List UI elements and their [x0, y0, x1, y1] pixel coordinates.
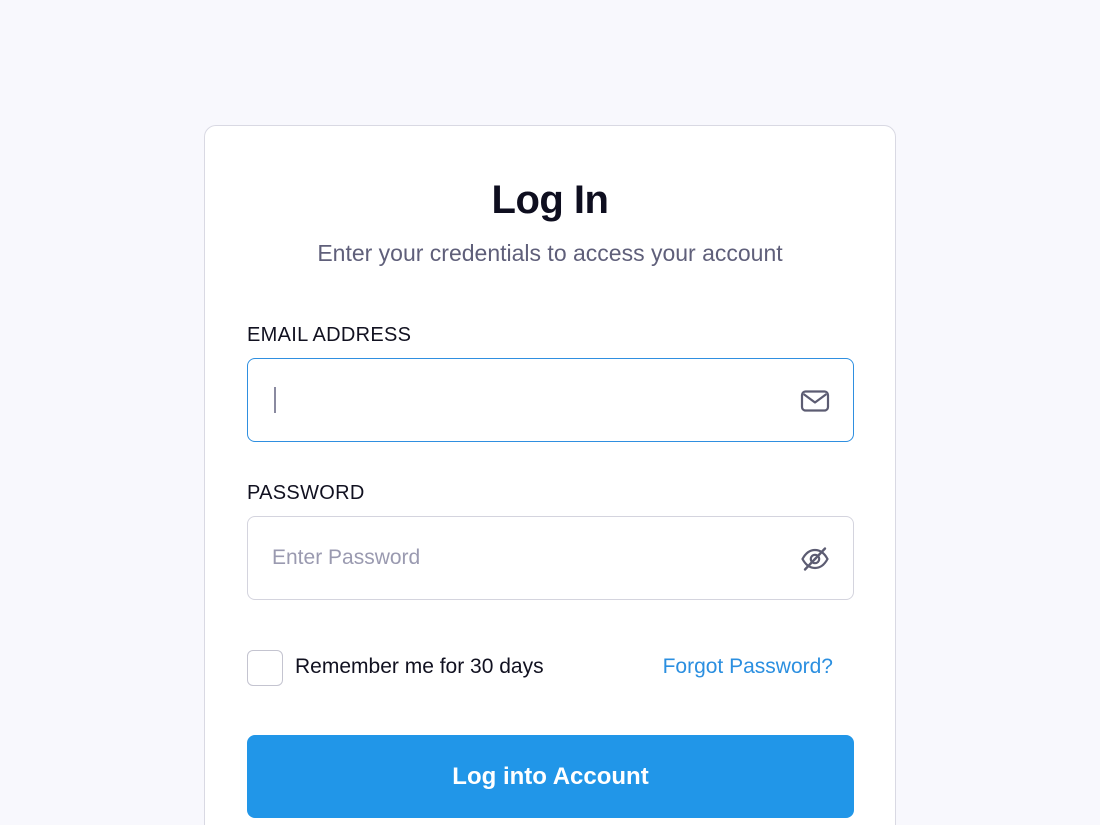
remember-me-label[interactable]: Remember me for 30 days: [295, 655, 544, 679]
login-card: Log In Enter your credentials to access …: [204, 125, 896, 825]
page-title: Log In: [491, 178, 609, 222]
forgot-password-link[interactable]: Forgot Password?: [663, 655, 833, 679]
envelope-icon: [799, 385, 831, 417]
email-label: EMAIL ADDRESS: [247, 324, 412, 346]
password-field-container[interactable]: [247, 516, 854, 600]
login-button[interactable]: Log into Account: [247, 735, 854, 818]
email-input[interactable]: [272, 359, 762, 441]
email-field-container[interactable]: [247, 358, 854, 442]
eye-slash-icon[interactable]: [799, 543, 831, 575]
password-label: PASSWORD: [247, 482, 365, 504]
page-subtitle: Enter your credentials to access your ac…: [317, 240, 783, 266]
password-input[interactable]: [272, 517, 762, 599]
remember-me-checkbox[interactable]: [247, 650, 283, 686]
